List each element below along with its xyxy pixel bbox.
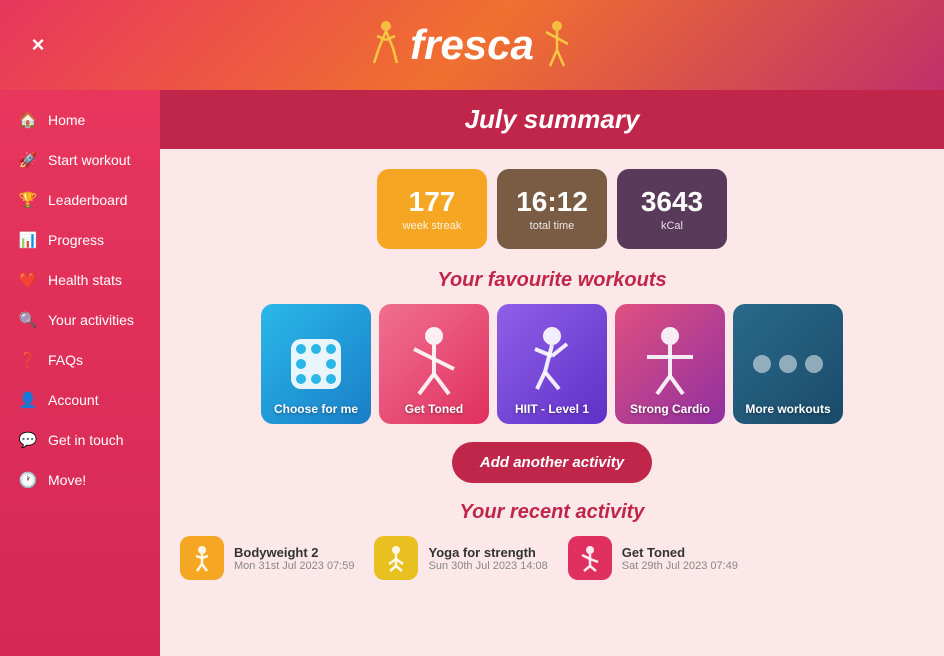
summary-title: July summary [465,104,640,134]
close-button[interactable]: × [20,27,56,63]
recent-item-2: Get Toned Sat 29th Jul 2023 07:49 [568,536,738,580]
recent-info-2: Get Toned Sat 29th Jul 2023 07:49 [622,545,738,572]
trophy-icon: 🏆 [18,190,38,210]
stat-kcal-label: kCal [661,220,683,232]
recent-info-0: Bodyweight 2 Mon 31st Jul 2023 07:59 [234,545,354,572]
recent-date-2: Sat 29th Jul 2023 07:49 [622,560,738,572]
dice-icon [286,334,346,394]
yoga-icon [382,544,410,572]
stat-week-streak-label: week streak [403,220,462,232]
dot-3 [805,355,823,373]
workout-label-hiit: HIIT - Level 1 [511,398,593,424]
sidebar-label-move: Move! [48,472,86,488]
stat-total-time-label: total time [530,220,575,232]
stat-week-streak: 177 week streak [377,169,487,249]
sidebar-item-home[interactable]: 🏠 Home [0,100,160,140]
chat-icon: 💬 [18,430,38,450]
workout-card-more[interactable]: More workouts [733,304,843,424]
logo-figure-right [540,18,575,73]
recent-item-0: Bodyweight 2 Mon 31st Jul 2023 07:59 [180,536,354,580]
recent-date-1: Sun 30th Jul 2023 14:08 [428,560,547,572]
recent-name-1: Yoga for strength [428,545,547,560]
search-icon: 🔍 [18,310,38,330]
header: × fresca [0,0,944,90]
main-content: July summary 177 week streak 16:12 total… [160,90,944,656]
clock-icon: 🕐 [18,470,38,490]
add-activity-button[interactable]: Add another activity [452,442,652,483]
stat-kcal-value: 3643 [641,186,703,218]
favourite-workouts-title: Your favourite workouts [160,269,944,292]
workout-card-hiit[interactable]: HIIT - Level 1 [497,304,607,424]
stats-row: 177 week streak 16:12 total time 3643 kC… [160,149,944,259]
sidebar-label-start-workout: Start workout [48,152,130,168]
sidebar-label-health-stats: Health stats [48,272,122,288]
logo-figure-left [369,18,404,73]
stat-total-time: 16:12 total time [497,169,607,249]
sidebar-item-leaderboard[interactable]: 🏆 Leaderboard [0,180,160,220]
recent-icon-bodyweight [180,536,224,580]
strong-figure-icon [635,324,705,404]
sidebar-item-your-activities[interactable]: 🔍 Your activities [0,300,160,340]
stat-kcal: 3643 kCal [617,169,727,249]
sidebar-label-account: Account [48,392,99,408]
question-icon: ❓ [18,350,38,370]
recent-item-1: Yoga for strength Sun 30th Jul 2023 14:0… [374,536,547,580]
sidebar-label-home: Home [48,112,85,128]
sidebar-label-progress: Progress [48,232,104,248]
sidebar-item-get-in-touch[interactable]: 💬 Get in touch [0,420,160,460]
sidebar-item-start-workout[interactable]: 🚀 Start workout [0,140,160,180]
workout-label-get-toned: Get Toned [401,398,467,424]
recent-name-2: Get Toned [622,545,738,560]
hiit-figure-icon [517,324,587,404]
chart-icon: 📊 [18,230,38,250]
recent-name-0: Bodyweight 2 [234,545,354,560]
workouts-row: Choose for me Get Toned [160,304,944,424]
bodyweight-icon [188,544,216,572]
sidebar-label-leaderboard: Leaderboard [48,192,127,208]
workout-label-more: More workouts [741,398,834,424]
get-toned-icon [576,544,604,572]
sidebar-label-faqs: FAQs [48,352,83,368]
person-icon: 👤 [18,390,38,410]
workout-label-strong-cardio: Strong Cardio [626,398,714,424]
recent-info-1: Yoga for strength Sun 30th Jul 2023 14:0… [428,545,547,572]
sidebar-item-faqs[interactable]: ❓ FAQs [0,340,160,380]
sidebar-item-progress[interactable]: 📊 Progress [0,220,160,260]
workout-label-choose: Choose for me [270,398,362,424]
rocket-icon: 🚀 [18,150,38,170]
recent-activity-title: Your recent activity [160,501,944,524]
sidebar-item-account[interactable]: 👤 Account [0,380,160,420]
recent-icon-yoga [374,536,418,580]
heart-icon: ❤️ [18,270,38,290]
sidebar-item-health-stats[interactable]: ❤️ Health stats [0,260,160,300]
recent-icon-get-toned [568,536,612,580]
summary-bar: July summary [160,90,944,149]
home-icon: 🏠 [18,110,38,130]
recent-activity-row: Bodyweight 2 Mon 31st Jul 2023 07:59 Yog… [160,536,944,600]
sidebar-label-get-in-touch: Get in touch [48,432,124,448]
dot-2 [779,355,797,373]
workout-card-strong-cardio[interactable]: Strong Cardio [615,304,725,424]
logo: fresca [369,18,575,73]
logo-text: fresca [410,21,534,69]
toned-figure-icon [399,324,469,404]
sidebar-label-your-activities: Your activities [48,312,134,328]
workout-card-choose[interactable]: Choose for me [261,304,371,424]
workout-card-get-toned[interactable]: Get Toned [379,304,489,424]
recent-date-0: Mon 31st Jul 2023 07:59 [234,560,354,572]
dot-1 [753,355,771,373]
stat-total-time-value: 16:12 [516,186,588,218]
sidebar: 🏠 Home 🚀 Start workout 🏆 Leaderboard 📊 P… [0,90,160,656]
sidebar-item-move[interactable]: 🕐 Move! [0,460,160,500]
stat-week-streak-value: 177 [409,186,456,218]
